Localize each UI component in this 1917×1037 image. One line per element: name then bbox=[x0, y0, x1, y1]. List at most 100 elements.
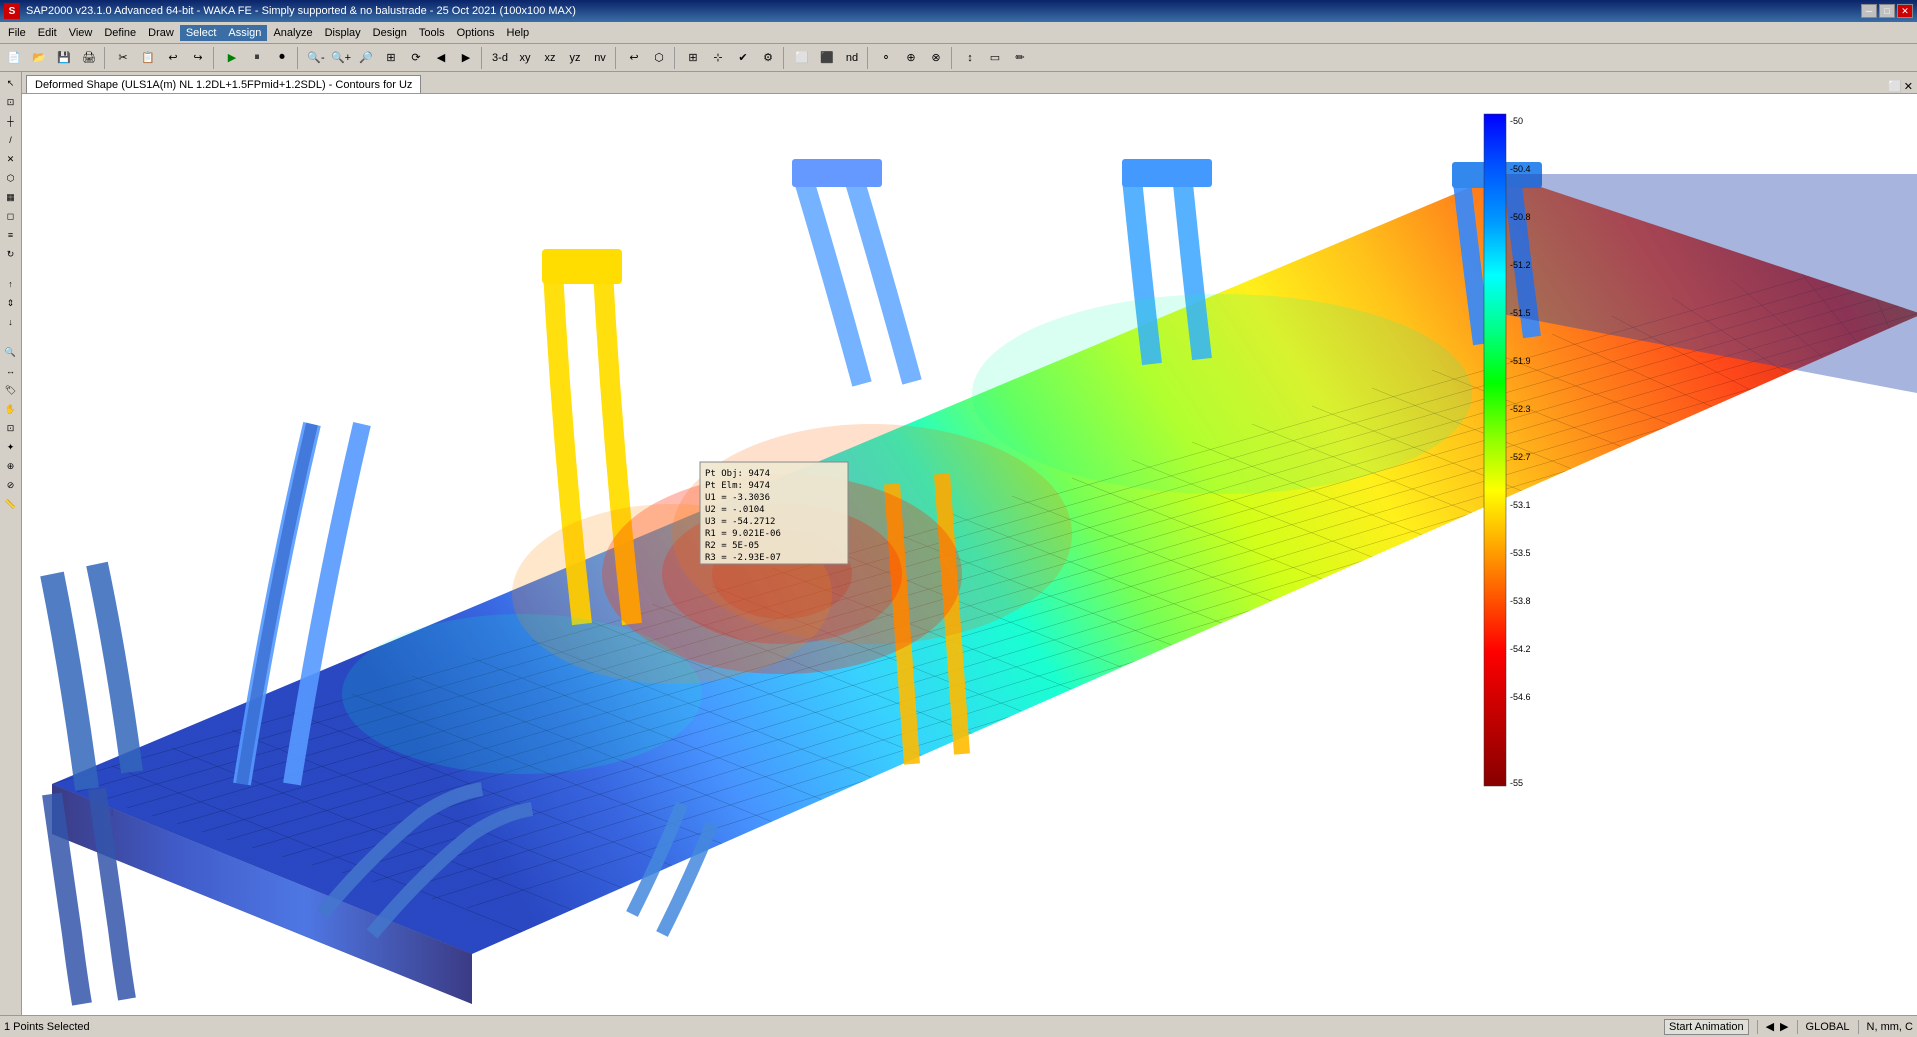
toolbar-xz[interactable]: xz bbox=[538, 47, 562, 69]
prev-frame-icon[interactable]: ◀ bbox=[1766, 1020, 1774, 1033]
menu-edit[interactable]: Edit bbox=[32, 25, 63, 41]
toolbar-shape[interactable]: ▭ bbox=[983, 47, 1007, 69]
toolbar-coord[interactable]: ⚬ bbox=[874, 47, 898, 69]
svg-text:U1 = -3.3036: U1 = -3.3036 bbox=[705, 493, 770, 503]
tool-label[interactable]: 🏷 bbox=[2, 381, 20, 399]
tool-list[interactable]: ≡ bbox=[2, 226, 20, 244]
svg-text:-52.3: -52.3 bbox=[1510, 404, 1531, 414]
toolbar-undo2[interactable]: ↩ bbox=[622, 47, 646, 69]
svg-text:R1 = 9.021E-06: R1 = 9.021E-06 bbox=[705, 529, 781, 539]
menu-tools[interactable]: Tools bbox=[413, 25, 451, 41]
status-coord: GLOBAL bbox=[1806, 1021, 1850, 1033]
toolbar-redo[interactable]: ↪ bbox=[186, 47, 210, 69]
toolbar-stop[interactable]: ⏸ bbox=[245, 47, 269, 69]
viewport[interactable]: Pt Obj: 9474 Pt Elm: 9474 U1 = -3.3036 U… bbox=[22, 94, 1917, 1015]
menubar: File Edit View Define Draw Select Assign… bbox=[0, 22, 1917, 44]
tool-inspect[interactable]: 🔍 bbox=[2, 343, 20, 361]
toolbar-abs[interactable]: ⊗ bbox=[924, 47, 948, 69]
tool-magic[interactable]: ✦ bbox=[2, 438, 20, 456]
svg-text:-51.9: -51.9 bbox=[1510, 356, 1531, 366]
toolbar-grid[interactable]: ⊞ bbox=[681, 47, 705, 69]
toolbar-pan-right[interactable]: ▶ bbox=[454, 47, 478, 69]
titlebar-title: SAP2000 v23.1.0 Advanced 64-bit - WAKA F… bbox=[26, 5, 576, 17]
svg-text:U2 = -.0104: U2 = -.0104 bbox=[705, 505, 765, 515]
tool-scroll-down[interactable]: ↓ bbox=[2, 313, 20, 331]
menu-file[interactable]: File bbox=[2, 25, 32, 41]
toolbar-pan-left[interactable]: ◀ bbox=[429, 47, 453, 69]
toolbar-zoom-in[interactable]: 🔍+ bbox=[329, 47, 353, 69]
toolbar-yz[interactable]: yz bbox=[563, 47, 587, 69]
toolbar-movie[interactable]: ⏺ bbox=[270, 47, 294, 69]
toolbar-height[interactable]: ↕ bbox=[958, 47, 982, 69]
left-toolbar: ↖ ⊡ ┼ / ✕ ⬡ ▦ ◻ ≡ ↻ ↑ ⇕ ↓ 🔍 ↔ 🏷 ✋ ⊡ ✦ ⊕ … bbox=[0, 72, 22, 1015]
tool-scroll-up[interactable]: ↑ bbox=[2, 275, 20, 293]
tool-crosshair[interactable]: ┼ bbox=[2, 112, 20, 130]
toolbar-cut[interactable]: ✂ bbox=[111, 47, 135, 69]
menu-view[interactable]: View bbox=[63, 25, 99, 41]
menu-design[interactable]: Design bbox=[367, 25, 413, 41]
svg-text:-52.7: -52.7 bbox=[1510, 452, 1531, 462]
tool-poly[interactable]: ⬡ bbox=[2, 169, 20, 187]
statusbar: 1 Points Selected Start Animation ◀ ▶ GL… bbox=[0, 1015, 1917, 1037]
toolbar-save[interactable]: 💾 bbox=[52, 47, 76, 69]
menu-display[interactable]: Display bbox=[319, 25, 367, 41]
minimize-button[interactable]: ─ bbox=[1861, 4, 1877, 18]
toolbar-copy[interactable]: 📋 bbox=[136, 47, 160, 69]
toolbar-frame[interactable]: ⬛ bbox=[815, 47, 839, 69]
toolbar-print[interactable]: 🖨 bbox=[77, 47, 101, 69]
toolbar-nv[interactable]: nv bbox=[588, 47, 612, 69]
toolbar-mesh[interactable]: ⬡ bbox=[647, 47, 671, 69]
maximize-button[interactable]: □ bbox=[1879, 4, 1895, 18]
toolbar-edit2[interactable]: ✏ bbox=[1008, 47, 1032, 69]
close-button[interactable]: ✕ bbox=[1897, 4, 1913, 18]
tab-close-icon[interactable]: ✕ bbox=[1904, 80, 1913, 93]
toolbar-node[interactable]: ⬜ bbox=[790, 47, 814, 69]
menu-analyze[interactable]: Analyze bbox=[267, 25, 318, 41]
tool-grid2[interactable]: ▦ bbox=[2, 188, 20, 206]
status-units: N, mm, C bbox=[1867, 1021, 1913, 1033]
toolbar-xy[interactable]: xy bbox=[513, 47, 537, 69]
menu-help[interactable]: Help bbox=[501, 25, 536, 41]
tool-rect[interactable]: ◻ bbox=[2, 207, 20, 225]
tool-line[interactable]: / bbox=[2, 131, 20, 149]
toolbar-zoom-window[interactable]: 🔎 bbox=[354, 47, 378, 69]
tab-expand-icon[interactable]: ⬜ bbox=[1888, 80, 1902, 93]
tool-ruler[interactable]: 📏 bbox=[2, 495, 20, 513]
toolbar-snap[interactable]: ⊹ bbox=[706, 47, 730, 69]
menu-options[interactable]: Options bbox=[451, 25, 501, 41]
tool-scroll[interactable]: ⇕ bbox=[2, 294, 20, 312]
app-icon: S bbox=[4, 3, 20, 19]
toolbar-new[interactable]: 📄 bbox=[2, 47, 26, 69]
tool-hand[interactable]: ✋ bbox=[2, 400, 20, 418]
status-animate[interactable]: Start Animation bbox=[1664, 1019, 1749, 1035]
toolbar-zoom-prev[interactable]: ⟳ bbox=[404, 47, 428, 69]
toolbar-run[interactable]: ▶ bbox=[220, 47, 244, 69]
tool-rubber[interactable]: ⊡ bbox=[2, 419, 20, 437]
toolbar-zoom-out[interactable]: 🔍- bbox=[304, 47, 328, 69]
tool-rotate[interactable]: ↻ bbox=[2, 245, 20, 263]
tool-select[interactable]: ⊡ bbox=[2, 93, 20, 111]
info-popup[interactable]: Pt Obj: 9474 Pt Elm: 9474 U1 = -3.3036 U… bbox=[700, 462, 848, 564]
toolbar-3d[interactable]: 3-d bbox=[488, 47, 512, 69]
menu-select[interactable]: Select bbox=[180, 25, 223, 41]
status-selected: 1 Points Selected bbox=[4, 1021, 90, 1033]
tool-select-pointer[interactable]: ↖ bbox=[2, 74, 20, 92]
toolbar-nd[interactable]: nd bbox=[840, 47, 864, 69]
toolbar-check[interactable]: ✔ bbox=[731, 47, 755, 69]
menu-draw[interactable]: Draw bbox=[142, 25, 180, 41]
tool-dimension[interactable]: ↔ bbox=[2, 362, 20, 380]
toolbar-zoom-fit[interactable]: ⊞ bbox=[379, 47, 403, 69]
toolbar-open[interactable]: 📂 bbox=[27, 47, 51, 69]
view-tab[interactable]: Deformed Shape (ULS1A(m) NL 1.2DL+1.5FPm… bbox=[26, 75, 421, 93]
toolbar-undo[interactable]: ↩ bbox=[161, 47, 185, 69]
menu-assign[interactable]: Assign bbox=[222, 25, 267, 41]
next-frame-icon[interactable]: ▶ bbox=[1780, 1020, 1788, 1033]
tool-snap2[interactable]: ⊕ bbox=[2, 457, 20, 475]
tool-eyedrop[interactable]: ⊘ bbox=[2, 476, 20, 494]
view-tab-label: Deformed Shape (ULS1A(m) NL 1.2DL+1.5FPm… bbox=[35, 79, 412, 91]
tool-x[interactable]: ✕ bbox=[2, 150, 20, 168]
svg-text:-53.1: -53.1 bbox=[1510, 500, 1531, 510]
toolbar-settings[interactable]: ⚙ bbox=[756, 47, 780, 69]
toolbar-rel[interactable]: ⊕ bbox=[899, 47, 923, 69]
menu-define[interactable]: Define bbox=[98, 25, 142, 41]
